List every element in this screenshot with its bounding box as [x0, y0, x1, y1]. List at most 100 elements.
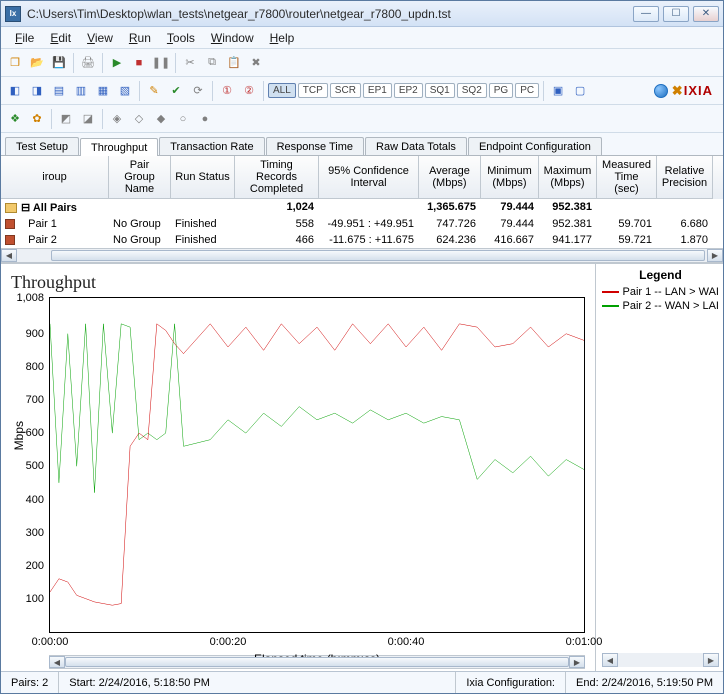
- chart-scroll-right-icon[interactable]: ▶: [569, 656, 585, 668]
- save-icon[interactable]: 💾: [49, 53, 69, 73]
- col-min[interactable]: Minimum (Mbps): [481, 156, 539, 199]
- tb2-icon-13[interactable]: ▢: [570, 81, 590, 101]
- filter-sq2[interactable]: SQ2: [457, 83, 487, 98]
- table-row[interactable]: ⊟ All Pairs1,0241,365.67579.444952.381: [1, 199, 723, 216]
- tab-throughput[interactable]: Throughput: [80, 138, 158, 156]
- tb2-icon-6[interactable]: ▧: [115, 81, 135, 101]
- chart-scroll-thumb[interactable]: [65, 657, 569, 667]
- run-icon[interactable]: ▶: [107, 53, 127, 73]
- col-group[interactable]: iroup: [1, 156, 109, 199]
- x-tick: 0:00:40: [388, 636, 425, 648]
- delete-icon[interactable]: ✖: [246, 53, 266, 73]
- scroll-left-icon[interactable]: ◀: [1, 249, 17, 262]
- filter-ep1[interactable]: EP1: [363, 83, 392, 98]
- status-pairs: Pairs: 2: [1, 672, 59, 693]
- filter-pc[interactable]: PC: [515, 83, 539, 98]
- tb3-icon-7[interactable]: ◆: [151, 109, 171, 129]
- tb2-icon-11[interactable]: ②: [239, 81, 259, 101]
- col-max[interactable]: Maximum (Mbps): [539, 156, 597, 199]
- print-icon[interactable]: 🖨: [78, 53, 98, 73]
- menu-tools[interactable]: Tools: [159, 29, 203, 47]
- col-records[interactable]: Timing Records Completed: [235, 156, 319, 199]
- filter-pg[interactable]: PG: [489, 83, 513, 98]
- tabstrip: Test Setup Throughput Transaction Rate R…: [1, 133, 723, 155]
- legend-item[interactable]: Pair 1 -- LAN > WAI: [602, 286, 719, 298]
- col-ci[interactable]: 95% Confidence Interval: [319, 156, 419, 199]
- menu-file[interactable]: File: [7, 29, 42, 47]
- tb2-icon-4[interactable]: ▥: [71, 81, 91, 101]
- legend-scroll-right-icon[interactable]: ▶: [703, 653, 719, 667]
- tab-endpoint-config[interactable]: Endpoint Configuration: [468, 137, 602, 155]
- tb2-icon-12[interactable]: ▣: [548, 81, 568, 101]
- y-tick: 200: [12, 560, 44, 572]
- legend-label: Pair 2 -- WAN > LAI: [623, 300, 719, 312]
- tb3-icon-6[interactable]: ◇: [129, 109, 149, 129]
- tb3-icon-5[interactable]: ◈: [107, 109, 127, 129]
- tb2-icon-1[interactable]: ◧: [5, 81, 25, 101]
- paste-icon[interactable]: 📋: [224, 53, 244, 73]
- close-button[interactable]: ✕: [693, 6, 719, 22]
- chart-hscrollbar[interactable]: ◀ ▶: [49, 655, 585, 669]
- col-runstatus[interactable]: Run Status: [171, 156, 235, 199]
- menu-run[interactable]: Run: [121, 29, 159, 47]
- chart-plot[interactable]: Mbps Elapsed time (h:mm:ss) 100200300400…: [49, 297, 585, 633]
- col-prec[interactable]: Relative Precision: [657, 156, 713, 199]
- filter-scr[interactable]: SCR: [330, 83, 361, 98]
- pause-icon[interactable]: ❚❚: [151, 53, 171, 73]
- tb2-icon-7[interactable]: ✎: [144, 81, 164, 101]
- table-row[interactable]: Pair 1No GroupFinished558-49.951 : +49.9…: [1, 216, 723, 232]
- filter-sq1[interactable]: SQ1: [425, 83, 455, 98]
- tb2-icon-2[interactable]: ◨: [27, 81, 47, 101]
- filter-all[interactable]: ALL: [268, 83, 296, 98]
- chart-scroll-left-icon[interactable]: ◀: [49, 656, 65, 668]
- new-icon[interactable]: ❐: [5, 53, 25, 73]
- legend-scroll-left-icon[interactable]: ◀: [602, 653, 618, 667]
- minimize-button[interactable]: —: [633, 6, 659, 22]
- menu-edit[interactable]: Edit: [42, 29, 79, 47]
- info-icon[interactable]: [654, 84, 668, 98]
- tb3-icon-3[interactable]: ◩: [56, 109, 76, 129]
- legend-label: Pair 1 -- LAN > WAI: [623, 286, 719, 298]
- grid-hscrollbar[interactable]: ◀ ▶: [1, 248, 723, 262]
- cut-icon[interactable]: ✂: [180, 53, 200, 73]
- col-pairgroup[interactable]: Pair Group Name: [109, 156, 171, 199]
- y-tick: 900: [12, 328, 44, 340]
- menu-view[interactable]: View: [79, 29, 121, 47]
- tb2-icon-3[interactable]: ▤: [49, 81, 69, 101]
- tab-transaction-rate[interactable]: Transaction Rate: [159, 137, 264, 155]
- tb3-icon-4[interactable]: ◪: [78, 109, 98, 129]
- tb3-icon-2[interactable]: ✿: [27, 109, 47, 129]
- window-title: C:\Users\Tim\Desktop\wlan_tests\netgear_…: [27, 7, 629, 21]
- col-time[interactable]: Measured Time (sec): [597, 156, 657, 199]
- y-tick: 700: [12, 394, 44, 406]
- menu-window[interactable]: Window: [203, 29, 262, 47]
- table-row[interactable]: Pair 2No GroupFinished466-11.675 : +11.6…: [1, 232, 723, 248]
- x-tick: 0:00:00: [32, 636, 69, 648]
- scroll-thumb[interactable]: [51, 250, 705, 261]
- tb2-icon-9[interactable]: ⟳: [188, 81, 208, 101]
- toolbar-filter: ◧ ◨ ▤ ▥ ▦ ▧ ✎ ✔ ⟳ ① ② ALL TCP SCR EP1 EP…: [1, 77, 723, 105]
- maximize-button[interactable]: ☐: [663, 6, 689, 22]
- tb3-icon-8[interactable]: ○: [173, 109, 193, 129]
- menu-help[interactable]: Help: [262, 29, 303, 47]
- status-config: Ixia Configuration:: [456, 672, 566, 693]
- open-icon[interactable]: 📂: [27, 53, 47, 73]
- tb3-icon-9[interactable]: ●: [195, 109, 215, 129]
- col-avg[interactable]: Average (Mbps): [419, 156, 481, 199]
- filter-tcp[interactable]: TCP: [298, 83, 328, 98]
- tb2-icon-8[interactable]: ✔: [166, 81, 186, 101]
- tb3-icon-1[interactable]: ❖: [5, 109, 25, 129]
- legend-hscrollbar[interactable]: ◀ ▶: [602, 653, 719, 667]
- copy-icon[interactable]: ⧉: [202, 53, 222, 73]
- status-end: End: 2/24/2016, 5:19:50 PM: [566, 672, 723, 693]
- scroll-right-icon[interactable]: ▶: [707, 249, 723, 262]
- tab-test-setup[interactable]: Test Setup: [5, 137, 79, 155]
- legend-item[interactable]: Pair 2 -- WAN > LAI: [602, 300, 719, 312]
- tab-response-time[interactable]: Response Time: [266, 137, 364, 155]
- stop-icon[interactable]: ■: [129, 53, 149, 73]
- y-tick: 1,008: [12, 292, 44, 304]
- tab-raw-data-totals[interactable]: Raw Data Totals: [365, 137, 467, 155]
- filter-ep2[interactable]: EP2: [394, 83, 423, 98]
- tb2-icon-10[interactable]: ①: [217, 81, 237, 101]
- tb2-icon-5[interactable]: ▦: [93, 81, 113, 101]
